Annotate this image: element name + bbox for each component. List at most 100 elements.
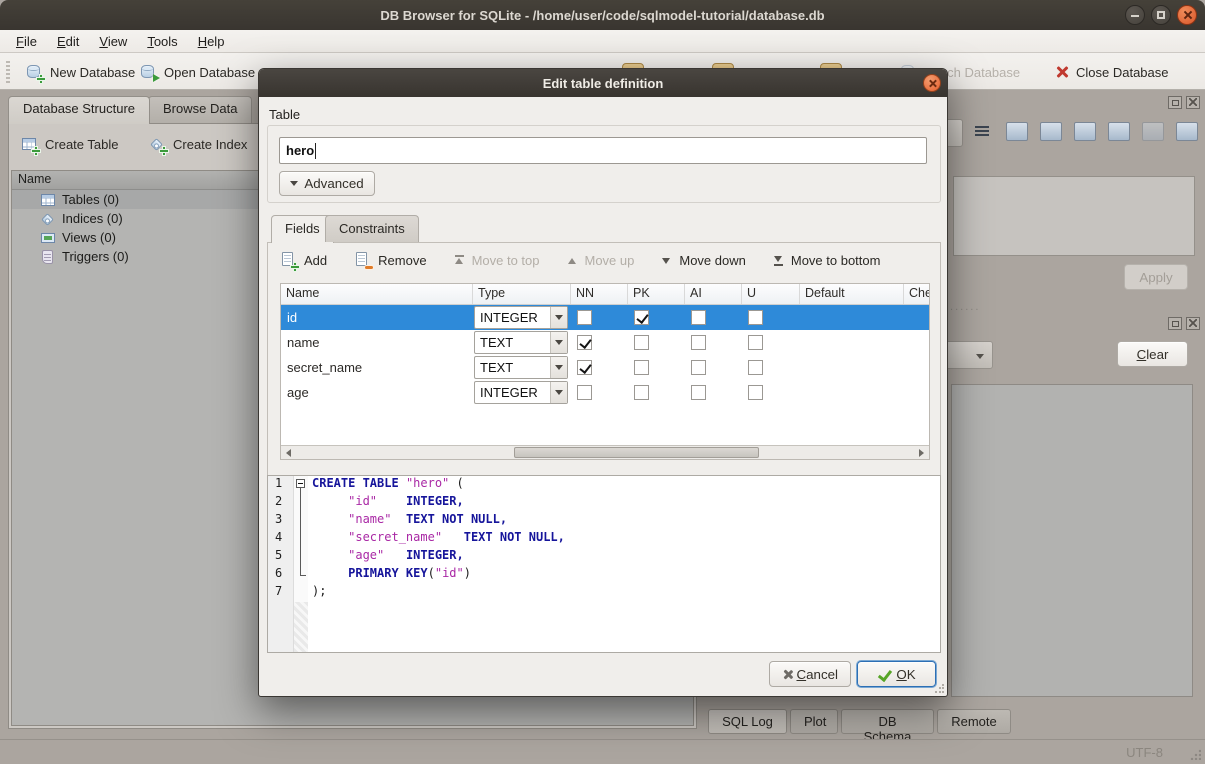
create-index-button[interactable]: Create Index [149, 136, 247, 153]
default-cell[interactable] [800, 380, 904, 405]
close-database-button[interactable]: Close Database [1055, 60, 1169, 84]
close-icon[interactable] [1177, 5, 1197, 25]
column-header-u[interactable]: U [742, 284, 800, 304]
save-file-icon[interactable] [1040, 122, 1062, 141]
u-checkbox-id[interactable] [748, 310, 763, 325]
check-cell[interactable] [904, 380, 930, 405]
window-titlebar[interactable]: DB Browser for SQLite - /home/user/code/… [0, 0, 1205, 30]
open-database-button[interactable]: Open Database [140, 60, 255, 84]
nn-checkbox-name[interactable] [577, 335, 592, 350]
ai-checkbox-name[interactable] [691, 335, 706, 350]
dock-close-icon[interactable] [1186, 96, 1200, 109]
create-table-button[interactable]: Create Table [21, 136, 118, 153]
pk-checkbox-age[interactable] [634, 385, 649, 400]
field-row-id[interactable]: idINTEGER [281, 305, 929, 330]
field-name-cell[interactable]: age [281, 380, 473, 405]
check-cell[interactable] [904, 355, 930, 380]
column-header-pk[interactable]: PK [628, 284, 685, 304]
tab-browse-data[interactable]: Browse Data [148, 96, 252, 123]
link-icon[interactable] [1108, 122, 1130, 141]
u-checkbox-age[interactable] [748, 385, 763, 400]
tab-sql-log[interactable]: SQL Log [708, 709, 787, 734]
column-header-default[interactable]: Default [800, 284, 904, 304]
cancel-button[interactable]: Cancel [769, 661, 851, 687]
field-row-name[interactable]: nameTEXT [281, 330, 929, 355]
field-name-cell[interactable]: name [281, 330, 473, 355]
type-combo-secret-name[interactable]: TEXT [474, 356, 568, 379]
column-header-nn[interactable]: NN [571, 284, 628, 304]
export-icon[interactable] [1074, 122, 1096, 141]
field-row-secret-name[interactable]: secret_nameTEXT [281, 355, 929, 380]
advanced-toggle-button[interactable]: Advanced [279, 171, 375, 196]
menu-help[interactable]: Help [188, 31, 235, 52]
print-icon[interactable] [1176, 122, 1198, 141]
minimize-icon[interactable] [1125, 5, 1145, 25]
column-header-type[interactable]: Type [473, 284, 571, 304]
field-name-cell[interactable]: id [281, 305, 473, 330]
sql-log-list[interactable] [951, 384, 1193, 697]
column-header-name[interactable]: Name [281, 284, 473, 304]
default-cell[interactable] [800, 330, 904, 355]
tab-remote[interactable]: Remote [937, 709, 1011, 734]
nn-checkbox-id[interactable] [577, 310, 592, 325]
tab-database-structure[interactable]: Database Structure [8, 96, 150, 124]
dock-close-icon[interactable] [1186, 317, 1200, 330]
maximize-icon[interactable] [1151, 5, 1171, 25]
menu-view[interactable]: View [89, 31, 137, 52]
fold-marker[interactable] [294, 476, 308, 494]
u-checkbox-name[interactable] [748, 335, 763, 350]
tab-constraints[interactable]: Constraints [325, 215, 419, 242]
set-null-icon[interactable] [1142, 122, 1164, 141]
scroll-right-icon[interactable] [914, 446, 929, 459]
check-cell[interactable] [904, 305, 930, 330]
dock-splitter[interactable]: ....... [945, 301, 980, 313]
field-row-age[interactable]: ageINTEGER [281, 380, 929, 405]
toolbar-drag-handle[interactable] [6, 61, 10, 83]
remove-field-button[interactable]: Remove [354, 252, 426, 269]
menu-file[interactable]: File [6, 31, 47, 52]
word-wrap-icon[interactable] [972, 122, 994, 141]
default-cell[interactable] [800, 305, 904, 330]
type-combo-age[interactable]: INTEGER [474, 381, 568, 404]
default-cell[interactable] [800, 355, 904, 380]
ai-checkbox-id[interactable] [691, 310, 706, 325]
column-header-ai[interactable]: AI [685, 284, 742, 304]
tab-plot[interactable]: Plot [790, 709, 838, 734]
scrollbar-handle[interactable] [514, 447, 759, 458]
nn-checkbox-age[interactable] [577, 385, 592, 400]
dock-float-icon[interactable] [1168, 96, 1182, 109]
move-to-bottom-button[interactable]: Move to bottom [773, 253, 881, 268]
move-to-top-button[interactable]: Move to top [454, 253, 540, 268]
table-name-input[interactable]: hero [279, 137, 927, 164]
window-resize-grip[interactable] [1189, 748, 1201, 760]
pk-checkbox-name[interactable] [634, 335, 649, 350]
column-header-check[interactable]: Check [904, 284, 930, 304]
scroll-left-icon[interactable] [281, 446, 296, 459]
fold-collapse-icon[interactable] [296, 479, 305, 488]
nn-checkbox-secret-name[interactable] [577, 360, 592, 375]
move-down-button[interactable]: Move down [661, 253, 745, 268]
pk-checkbox-id[interactable] [634, 310, 649, 325]
new-database-button[interactable]: New Database [26, 60, 135, 84]
ok-button[interactable]: OK [857, 661, 936, 687]
field-name-cell[interactable]: secret_name [281, 355, 473, 380]
tab-db-schema[interactable]: DB Schema [841, 709, 934, 734]
open-file-icon[interactable] [1006, 122, 1028, 141]
edit-cell-textarea[interactable] [953, 176, 1195, 256]
check-cell[interactable] [904, 330, 930, 355]
clear-log-button[interactable]: Clear [1117, 341, 1188, 367]
type-combo-id[interactable]: INTEGER [474, 306, 568, 329]
menu-tools[interactable]: Tools [137, 31, 187, 52]
dialog-close-icon[interactable] [923, 74, 941, 92]
type-combo-name[interactable]: TEXT [474, 331, 568, 354]
apply-button[interactable]: Apply [1124, 264, 1188, 290]
ai-checkbox-age[interactable] [691, 385, 706, 400]
u-checkbox-secret-name[interactable] [748, 360, 763, 375]
dialog-titlebar[interactable]: Edit table definition [259, 69, 947, 97]
move-up-button[interactable]: Move up [567, 253, 635, 268]
dock-float-icon[interactable] [1168, 317, 1182, 330]
dialog-resize-grip[interactable] [934, 683, 944, 693]
add-field-button[interactable]: Add [280, 252, 327, 269]
pk-checkbox-secret-name[interactable] [634, 360, 649, 375]
ai-checkbox-secret-name[interactable] [691, 360, 706, 375]
